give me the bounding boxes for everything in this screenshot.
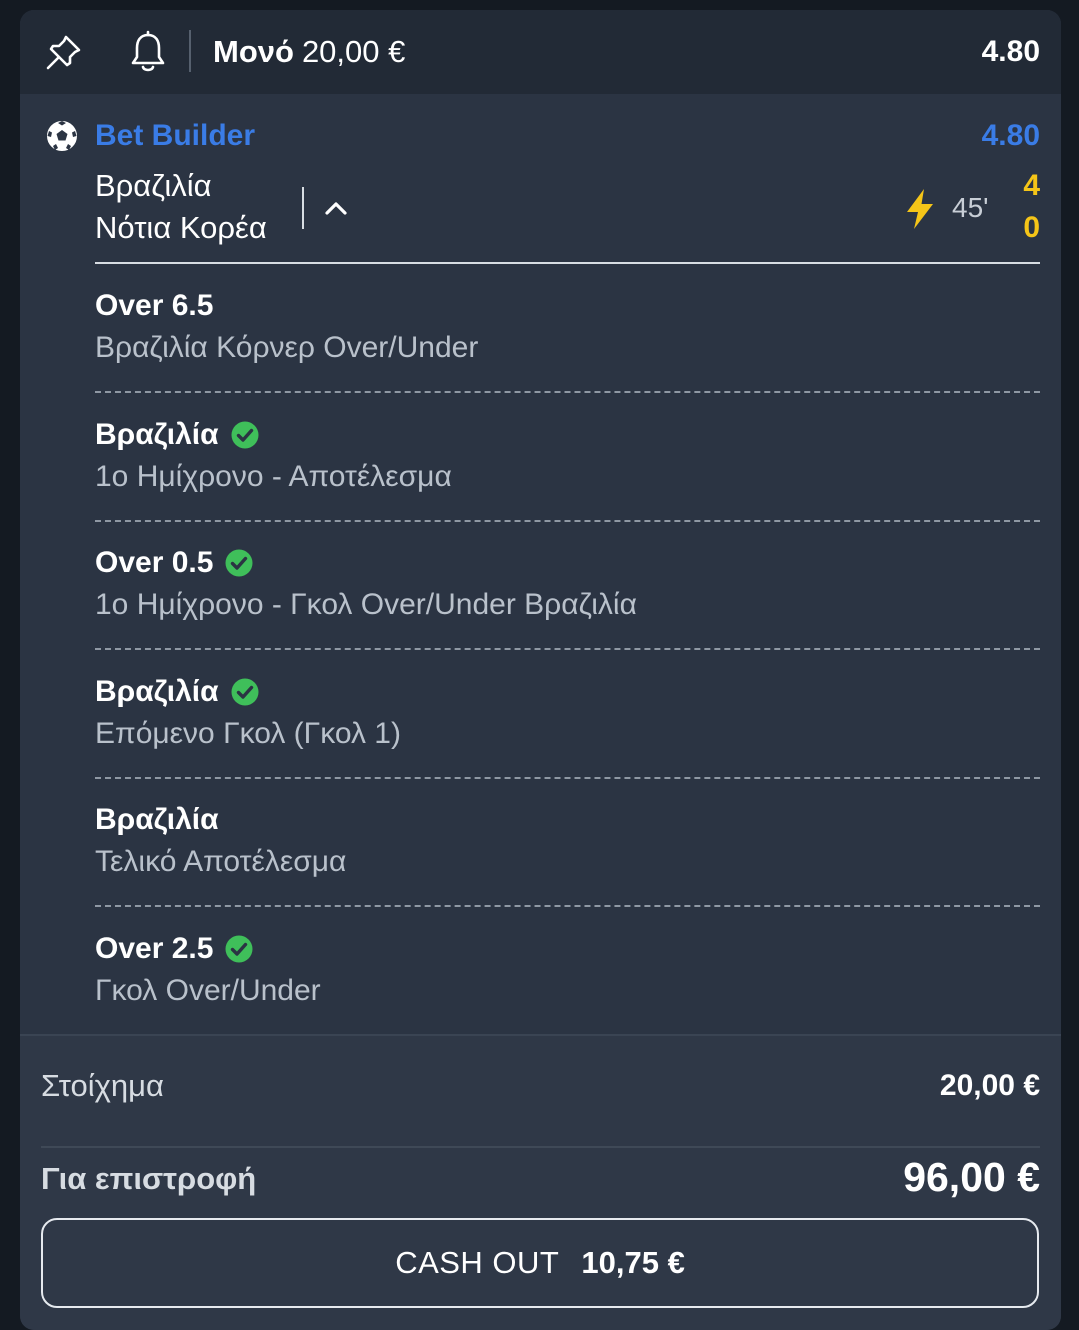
selection-item: Over 6.5 Βραζιλία Κόρνερ Over/Under <box>95 286 1040 368</box>
bell-icon[interactable] <box>128 30 168 74</box>
selection-divider <box>95 520 1040 522</box>
selection-market: Τελικό Αποτέλεσμα <box>95 845 347 878</box>
stake-value: 20,00 € <box>939 1069 1040 1102</box>
check-circle-icon <box>231 421 259 449</box>
total-odds: 4.80 <box>981 35 1040 68</box>
selection-item: Βραζιλία Επόμενο Γκολ (Γκολ 1) <box>95 672 1040 754</box>
home-score: 4 <box>1023 169 1040 202</box>
bet-stake: 20,00 € <box>301 34 406 69</box>
pin-icon[interactable] <box>44 32 84 72</box>
selection-pick: Over 6.5 <box>95 289 214 322</box>
selection-pick: Βραζιλία <box>95 803 219 836</box>
selection-item: Βραζιλία Τελικό Αποτέλεσμα <box>95 800 1040 882</box>
selection-item: Βραζιλία 1ο Ημίχρονο - Αποτέλεσμα <box>95 415 1040 497</box>
selection-pick: Over 0.5 <box>95 546 214 579</box>
selection-market: 1ο Ημίχρονο - Αποτέλεσμα <box>95 460 452 493</box>
bet-slip-card: Μονό 20,00 € 4.80 Bet Builder 4.80 Βραζιλ… <box>20 10 1061 1330</box>
selection-market: Γκολ Over/Under <box>95 974 321 1007</box>
selection-title: Βραζιλία <box>95 800 1040 840</box>
selection-market: Επόμενο Γκολ (Γκολ 1) <box>95 717 401 750</box>
selection-pick: Βραζιλία <box>95 418 219 451</box>
lightning-icon <box>907 189 933 229</box>
soccer-ball-icon <box>46 120 78 152</box>
header-divider <box>189 30 191 72</box>
bet-title: Μονό 20,00 € <box>213 32 405 72</box>
away-team: Νότια Κορέα <box>95 210 267 245</box>
return-label: Για επιστροφή <box>41 1161 257 1196</box>
bet-builder-odds: 4.80 <box>981 119 1040 152</box>
return-value: 96,00 € <box>903 1154 1040 1200</box>
selection-title: Over 2.5 <box>95 929 1040 969</box>
cash-out-label: CASH OUT <box>395 1245 560 1280</box>
match-minute: 45' <box>952 192 989 223</box>
selection-divider <box>95 648 1040 650</box>
away-score: 0 <box>1023 211 1040 244</box>
selection-divider <box>95 777 1040 779</box>
check-circle-icon <box>231 678 259 706</box>
check-circle-icon <box>225 549 253 577</box>
selection-market: 1ο Ημίχρονο - Γκολ Over/Under Βραζιλία <box>95 588 637 621</box>
summary-divider <box>41 1146 1040 1148</box>
match-divider <box>302 187 304 229</box>
selection-title: Βραζιλία <box>95 415 1040 455</box>
selection-pick: Over 2.5 <box>95 932 214 965</box>
selection-title: Over 6.5 <box>95 286 1040 326</box>
bet-type: Μονό <box>213 34 294 69</box>
check-circle-icon <box>225 935 253 963</box>
match-separator <box>95 262 1040 264</box>
bet-builder-title: Bet Builder <box>95 119 256 152</box>
selection-divider <box>95 905 1040 907</box>
selection-pick: Βραζιλία <box>95 675 219 708</box>
bet-summary: Στοίχημα 20,00 € Για επιστροφή 96,00 € C… <box>20 1034 1061 1330</box>
selection-market: Βραζιλία Κόρνερ Over/Under <box>95 331 479 364</box>
selection-item: Over 0.5 1ο Ημίχρονο - Γκολ Over/Under Βρ… <box>95 543 1040 625</box>
selection-title: Βραζιλία <box>95 672 1040 712</box>
home-team: Βραζιλία <box>95 168 212 203</box>
selection-item: Over 2.5 Γκολ Over/Under <box>95 929 1040 1011</box>
selection-title: Over 0.5 <box>95 543 1040 583</box>
cash-out-amount: 10,75 € <box>581 1245 685 1280</box>
cash-out-button[interactable]: CASH OUT 10,75 € <box>41 1218 1039 1308</box>
selection-divider <box>95 391 1040 393</box>
bet-header: Μονό 20,00 € 4.80 <box>20 10 1061 94</box>
stake-label: Στοίχημα <box>41 1068 164 1103</box>
chevron-up-icon[interactable] <box>322 194 350 222</box>
